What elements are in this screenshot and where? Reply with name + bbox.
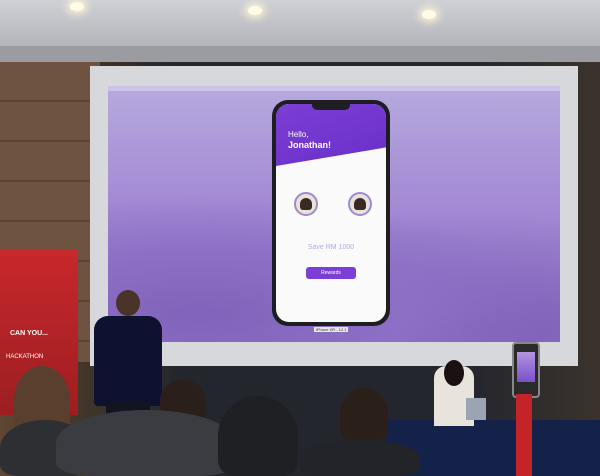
mac-menubar [108,86,560,91]
greeting-line1: Hello, [288,130,309,139]
ceiling-light [70,2,84,11]
save-amount: Save RM 1000 [307,244,355,251]
audience-member [56,410,236,476]
ceiling-light [248,6,262,15]
laptop [466,398,486,420]
audience-member [218,396,298,476]
phone-on-stand [512,342,540,398]
red-tripod [516,394,532,476]
phone-screen: Hello, Jonathan! Save RM 1000 Rewards [276,104,386,322]
phone-notch [312,104,350,110]
greeting-name: Jonathan! [288,140,332,150]
phone-mockup: Hello, Jonathan! Save RM 1000 Rewards [272,100,390,326]
banner-line1: CAN YOU... [10,330,48,337]
greeting: Hello, Jonathan! [288,130,331,151]
banner-line2: HACKATHON [6,354,44,360]
audience-member [340,388,388,440]
phone-caption: iPhone XR - 12.1 [314,327,349,332]
rewards-button[interactable]: Rewards [306,267,356,279]
ceiling-light [422,10,436,19]
avatar-left[interactable] [294,192,318,216]
avatar-right[interactable] [348,192,372,216]
audience-member [300,440,420,476]
